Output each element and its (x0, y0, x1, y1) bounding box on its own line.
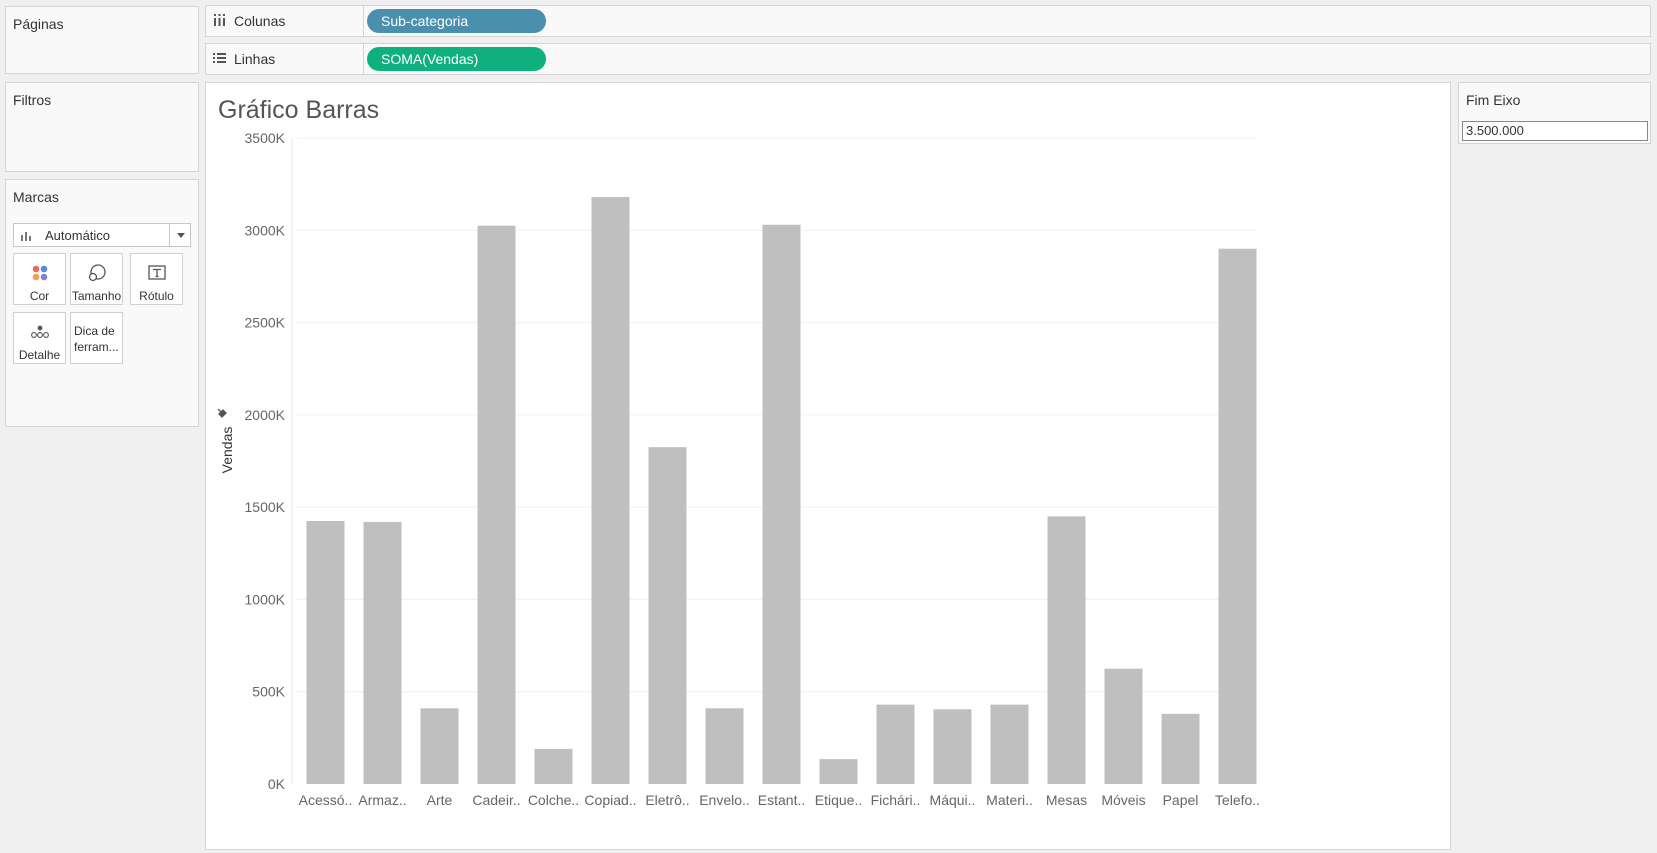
y-tick-label: 2000K (245, 407, 286, 423)
columns-shelf[interactable]: Colunas Sub-categoria (205, 5, 1651, 37)
bar (648, 447, 687, 784)
x-tick-label: Colche.. (528, 792, 579, 808)
tooltip-button[interactable]: Dica de ferram... (70, 312, 123, 364)
bar (762, 224, 801, 785)
bar (1218, 248, 1257, 784)
bar (534, 748, 573, 784)
mark-type-dropdown[interactable]: Automático (13, 223, 191, 247)
axis-end-parameter: Fim Eixo 3.500.000 (1458, 82, 1651, 144)
bar (420, 708, 459, 784)
bar (363, 521, 402, 784)
y-tick-label: 1500K (245, 499, 286, 515)
y-axis-label: Vendas (219, 427, 235, 474)
x-tick-label: Máqui.. (930, 792, 976, 808)
rows-label: Linhas (234, 51, 276, 67)
bar (876, 704, 915, 784)
x-tick-label: Estant.. (758, 792, 805, 808)
size-label: Tamanho (71, 289, 122, 303)
x-tick-label: Mesas (1046, 792, 1087, 808)
dropdown-separator (169, 224, 170, 246)
pages-title: Páginas (13, 16, 64, 32)
marks-title: Marcas (13, 189, 59, 205)
columns-shelf-header: Colunas (206, 6, 364, 36)
bar (819, 759, 858, 784)
pin-icon (217, 408, 227, 418)
filters-card[interactable]: Filtros (5, 82, 199, 172)
sub-category-pill[interactable]: Sub-categoria (367, 9, 546, 33)
filters-title: Filtros (13, 92, 52, 108)
bar (1161, 713, 1200, 784)
x-tick-label: Papel (1163, 792, 1199, 808)
bar-chart: 0K 500K 1000K 1500K 2000K 2500K 3000K 3500K Vend… (217, 130, 1260, 808)
mark-type-value: Automático (45, 228, 111, 243)
bar (306, 520, 345, 784)
y-tick-label: 500K (252, 684, 285, 700)
color-button[interactable]: Cor (13, 253, 66, 305)
x-tick-label: Telefo.. (1215, 792, 1260, 808)
color-dots-icon (32, 265, 48, 281)
bar (477, 225, 516, 784)
y-tick-label: 3500K (245, 130, 286, 146)
x-tick-label: Materi.. (986, 792, 1033, 808)
size-button[interactable]: Tamanho (70, 253, 123, 305)
x-tick-label: Acessó.. (299, 792, 353, 808)
y-tick-label: 2500K (245, 315, 286, 331)
size-icon (88, 264, 106, 282)
bar (1047, 516, 1086, 784)
bar (1104, 668, 1143, 784)
chevron-down-icon[interactable] (177, 233, 185, 238)
tooltip-label: Dica de ferram... (74, 324, 119, 354)
label-label: Rótulo (139, 289, 174, 303)
axis-end-input[interactable]: 3.500.000 (1462, 121, 1648, 141)
sum-sales-pill[interactable]: SOMA(Vendas) (367, 47, 546, 71)
x-tick-label: Fichári.. (871, 792, 921, 808)
bar (933, 709, 972, 784)
chart-view: Gráfico Barras 0K 500K 1000K 1500K 2000K 2500… (205, 82, 1451, 850)
x-tick-label: Etique.. (815, 792, 862, 808)
detail-button[interactable]: Detalhe (13, 312, 66, 364)
x-tick-label: Envelo.. (699, 792, 750, 808)
label-button[interactable]: Rótulo (130, 253, 183, 305)
label-icon (148, 265, 166, 280)
bar (591, 197, 630, 784)
columns-icon (214, 14, 225, 26)
x-tick-label: Móveis (1101, 792, 1145, 808)
x-tick-label: Armaz.. (358, 792, 406, 808)
parameter-title: Fim Eixo (1466, 92, 1521, 108)
y-tick-label: 0K (268, 776, 286, 792)
y-tick-label: 1000K (245, 591, 286, 607)
rows-shelf[interactable]: Linhas SOMA(Vendas) (205, 43, 1651, 75)
detail-icon (31, 325, 49, 338)
rows-shelf-header: Linhas (206, 44, 364, 74)
detail-label: Detalhe (18, 348, 61, 362)
bar (705, 708, 744, 784)
color-label: Cor (29, 289, 50, 303)
x-tick-label: Copiad.. (584, 792, 636, 808)
x-tick-label: Cadeir.. (472, 792, 520, 808)
bar (990, 704, 1029, 784)
y-tick-label: 3000K (245, 222, 286, 238)
x-tick-label: Arte (427, 792, 453, 808)
bar-chart-icon (21, 232, 31, 241)
marks-card: Marcas Automático Cor Tamanho Rótulo Det… (5, 179, 199, 427)
x-tick-label: Eletrô.. (645, 792, 689, 808)
rows-icon (213, 53, 226, 63)
pages-card[interactable]: Páginas (5, 6, 199, 74)
columns-label: Colunas (234, 13, 286, 29)
